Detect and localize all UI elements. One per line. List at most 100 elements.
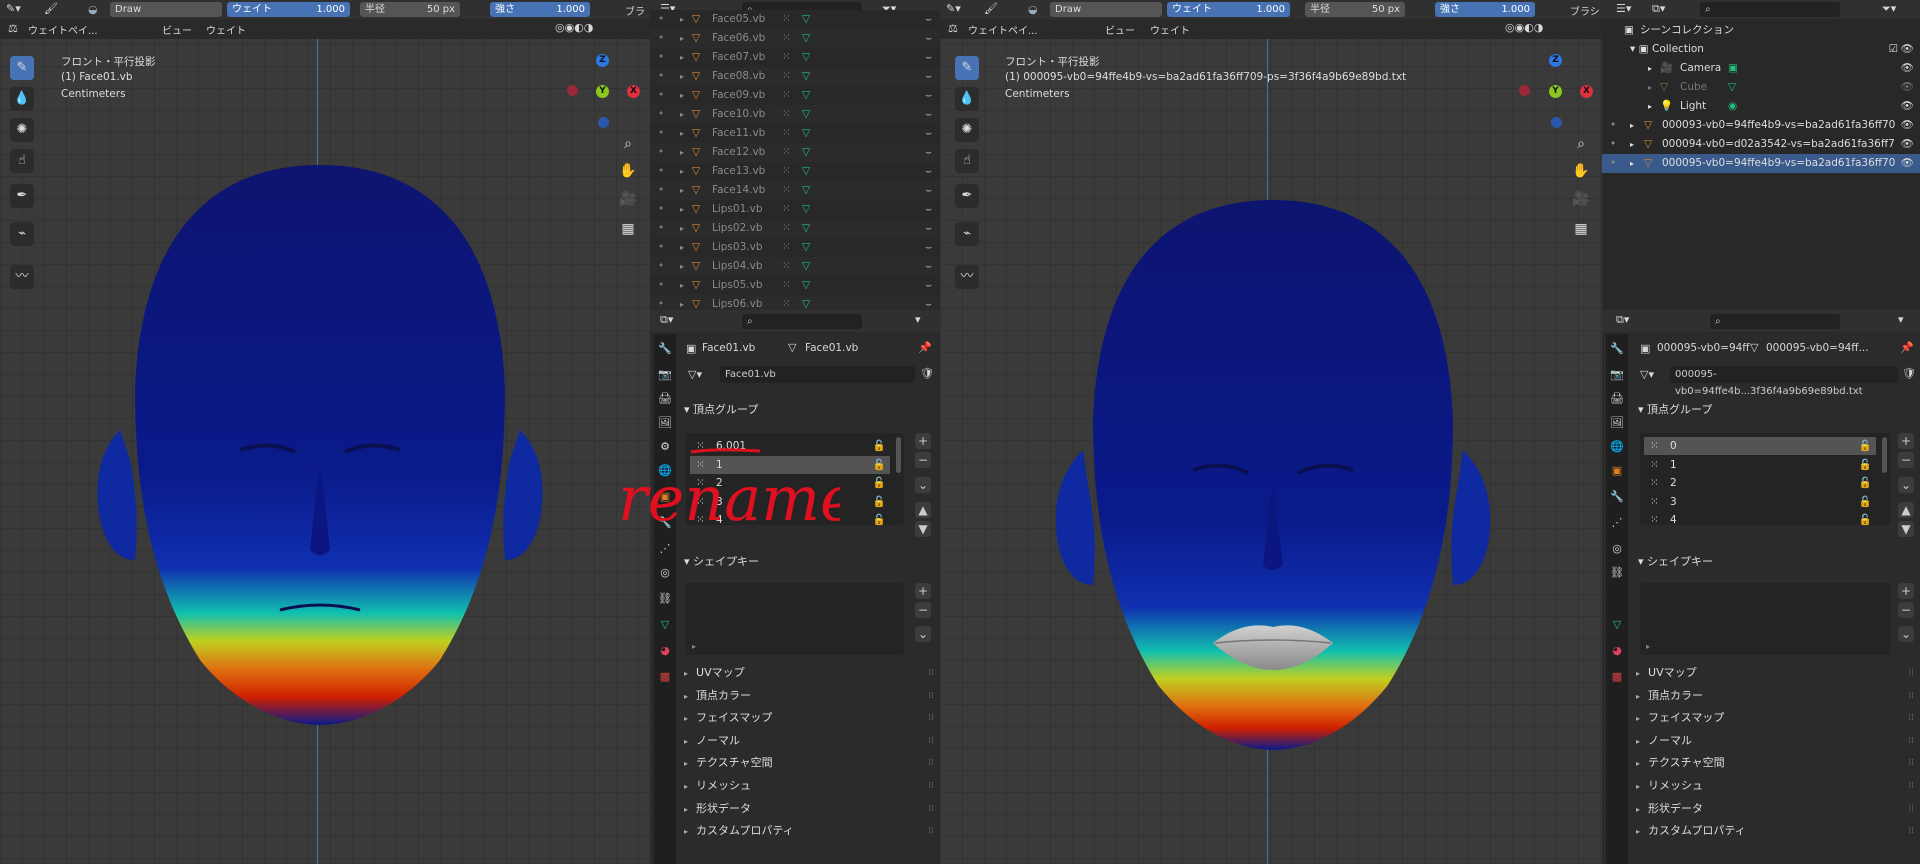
expand-arrow-icon[interactable]: ▸: [680, 276, 684, 295]
brush-name-field[interactable]: Draw: [110, 2, 222, 17]
subpanel-header[interactable]: ▸ ノーマル ⁞⁞: [684, 732, 940, 750]
lock-icon[interactable]: 🔓: [873, 474, 886, 492]
props-search-input[interactable]: ⌕: [742, 314, 862, 329]
annotate-tool-icon[interactable]: 〰: [10, 265, 34, 289]
expand-arrow-icon[interactable]: ▸: [680, 29, 684, 48]
shading-icons[interactable]: ◎◉◐◑: [555, 21, 593, 34]
blur-tool-icon[interactable]: 💧: [10, 87, 34, 111]
lock-icon[interactable]: 🔓: [1859, 474, 1872, 492]
outliner-row[interactable]: • ▸ ▽ Lips04.vb ⁙ ▽ ⌣: [650, 257, 940, 276]
expand-arrow-icon[interactable]: ▸: [1648, 78, 1652, 97]
fake-user-icon[interactable]: 🛡: [920, 367, 934, 380]
subpanel-header[interactable]: ▸ フェイスマップ ⁞⁞: [684, 709, 940, 727]
shape-add-button[interactable]: +: [1898, 583, 1914, 599]
editor-type-icon[interactable]: ⧉▾: [660, 313, 673, 327]
drag-handle-icon[interactable]: ⁞⁞: [928, 777, 934, 795]
subpanel-header[interactable]: ▸ リメッシュ ⁞⁞: [684, 777, 940, 795]
outliner-row[interactable]: • ▸ ▽ Lips05.vb ⁙ ▽ ⌣: [650, 276, 940, 295]
expand-arrow-icon[interactable]: ▸: [680, 10, 684, 29]
expand-arrow-icon[interactable]: ▸: [680, 48, 684, 67]
lock-icon[interactable]: 🔓: [873, 456, 886, 474]
expand-arrow-icon[interactable]: ▸: [680, 143, 684, 162]
menu-view[interactable]: ビュー: [162, 22, 192, 37]
vg-list-item[interactable]: ⁙ 3 🔓: [1644, 493, 1876, 511]
drag-handle-icon[interactable]: ⁞⁞: [928, 664, 934, 682]
material-tab-icon[interactable]: ◕: [1610, 644, 1624, 658]
eye-icon[interactable]: 👁: [1901, 135, 1914, 154]
tool-tab-icon[interactable]: 🔧: [658, 342, 672, 356]
outliner-row[interactable]: • ▸ ▽ Face05.vb ⁙ ▽ ⌣: [650, 10, 940, 29]
eye-closed-icon[interactable]: ⌣: [925, 238, 932, 257]
radius-field[interactable]: 半径 50 px: [1305, 2, 1405, 17]
eye-closed-icon[interactable]: ⌣: [925, 10, 932, 29]
mesh-type-icon[interactable]: ▽▾: [688, 368, 702, 381]
eye-closed-icon[interactable]: ⌣: [925, 86, 932, 105]
average-tool-icon[interactable]: ✺: [955, 118, 979, 142]
expand-arrow-icon[interactable]: ▸: [680, 105, 684, 124]
grid-icon[interactable]: ▦: [617, 218, 639, 240]
physics-tab-icon[interactable]: ◎: [1610, 542, 1624, 556]
scene-collection-row[interactable]: ▣ シーンコレクション: [1602, 21, 1920, 40]
fake-user-icon[interactable]: 🛡: [1902, 367, 1916, 380]
vg-panel-header[interactable]: ▾ 頂点グループ: [684, 401, 758, 419]
subpanel-header[interactable]: ▸ フェイスマップ ⁞⁞: [1636, 709, 1920, 727]
vg-list-item[interactable]: ⁙ 0 🔓: [1644, 437, 1876, 455]
draw-tool-icon[interactable]: ✎: [10, 56, 34, 80]
display-mode-icon[interactable]: ⧉▾: [1652, 2, 1665, 16]
pin-icon[interactable]: 📌: [1900, 341, 1914, 354]
shape-key-list[interactable]: ▸: [1640, 583, 1890, 655]
collection-child-row[interactable]: ▸ ▽ Cube ▽ 👁: [1602, 78, 1920, 97]
drag-handle-icon[interactable]: ⁞⁞: [928, 709, 934, 727]
outliner-row[interactable]: • ▸ ▽ Face11.vb ⁙ ▽ ⌣: [650, 124, 940, 143]
subpanel-header[interactable]: ▸ テクスチャ空間 ⁞⁞: [1636, 754, 1920, 772]
tool-tab-icon[interactable]: 🔧: [1610, 342, 1624, 356]
eye-closed-icon[interactable]: ⌣: [925, 181, 932, 200]
eye-closed-icon[interactable]: ⌣: [925, 276, 932, 295]
drag-handle-icon[interactable]: ⁞⁞: [1908, 687, 1914, 705]
material-tab-icon[interactable]: ◕: [658, 644, 672, 658]
drag-handle-icon[interactable]: ⁞⁞: [1908, 709, 1914, 727]
eye-closed-icon[interactable]: ⌣: [925, 105, 932, 124]
expand-arrow-icon[interactable]: ▸: [680, 162, 684, 181]
render-tab-icon[interactable]: 📷: [658, 368, 672, 382]
gizmo-z[interactable]: Z: [1549, 54, 1562, 67]
lock-icon[interactable]: 🔓: [1859, 456, 1872, 474]
options-icon[interactable]: ▾: [915, 313, 921, 326]
shape-add-button[interactable]: +: [915, 583, 931, 599]
constraints-tab-icon[interactable]: ⛓: [1610, 566, 1624, 580]
drag-handle-icon[interactable]: ⁞⁞: [1908, 800, 1914, 818]
world-tab-icon[interactable]: 🌐: [1610, 440, 1624, 454]
menu-weight[interactable]: ウェイト: [206, 22, 246, 37]
eye-icon[interactable]: 👁: [1901, 97, 1914, 116]
expand-arrow-icon[interactable]: ▸: [1630, 154, 1634, 173]
gradient-tool-icon[interactable]: ⌁: [955, 222, 979, 246]
expand-arrow-icon[interactable]: ▸: [1630, 135, 1634, 154]
weight-slider[interactable]: ウェイト 1.000: [227, 2, 350, 17]
gizmo-neg-z[interactable]: [1551, 117, 1562, 128]
eye-closed-icon[interactable]: ⌣: [925, 143, 932, 162]
sample-tool-icon[interactable]: ✒: [955, 184, 979, 208]
gizmo-y[interactable]: Y: [596, 85, 609, 98]
shading-icons[interactable]: ◎◉◐◑: [1505, 21, 1543, 34]
weight-slider[interactable]: ウェイト 1.000: [1167, 2, 1290, 17]
gradient-tool-icon[interactable]: ⌁: [10, 222, 34, 246]
texture-tab-icon[interactable]: ▩: [658, 670, 672, 684]
mesh-name-field[interactable]: 000095-vb0=94ffe4b...3f36f4a9b69e89bd.tx…: [1670, 366, 1898, 397]
vg-list-item[interactable]: ⁙ 1 🔓: [1644, 456, 1876, 474]
vg-move-up-button[interactable]: ▲: [1898, 502, 1914, 518]
zoom-icon[interactable]: ⌕: [617, 133, 639, 155]
outliner-row[interactable]: • ▸ ▽ Face13.vb ⁙ ▽ ⌣: [650, 162, 940, 181]
lock-icon[interactable]: 🔓: [873, 493, 886, 511]
breadcrumb-mesh[interactable]: 000095-vb0=94ff...: [1766, 342, 1869, 354]
expand-arrow-icon[interactable]: ▸: [1630, 116, 1634, 135]
gizmo-x[interactable]: X: [1580, 85, 1593, 98]
drag-handle-icon[interactable]: ⁞⁞: [1908, 732, 1914, 750]
brush-name-field[interactable]: Draw: [1050, 2, 1162, 17]
subpanel-header[interactable]: ▸ 形状データ ⁞⁞: [684, 800, 940, 818]
brush-icon[interactable]: 🖌: [984, 2, 998, 15]
drag-handle-icon[interactable]: ⁞⁞: [928, 754, 934, 772]
mode-dropdown[interactable]: ウェイトペイ...: [968, 22, 1038, 37]
shape-specials-button[interactable]: ⌄: [915, 626, 931, 642]
expand-arrow-icon[interactable]: ▸: [680, 86, 684, 105]
drag-handle-icon[interactable]: ⁞⁞: [1908, 664, 1914, 682]
